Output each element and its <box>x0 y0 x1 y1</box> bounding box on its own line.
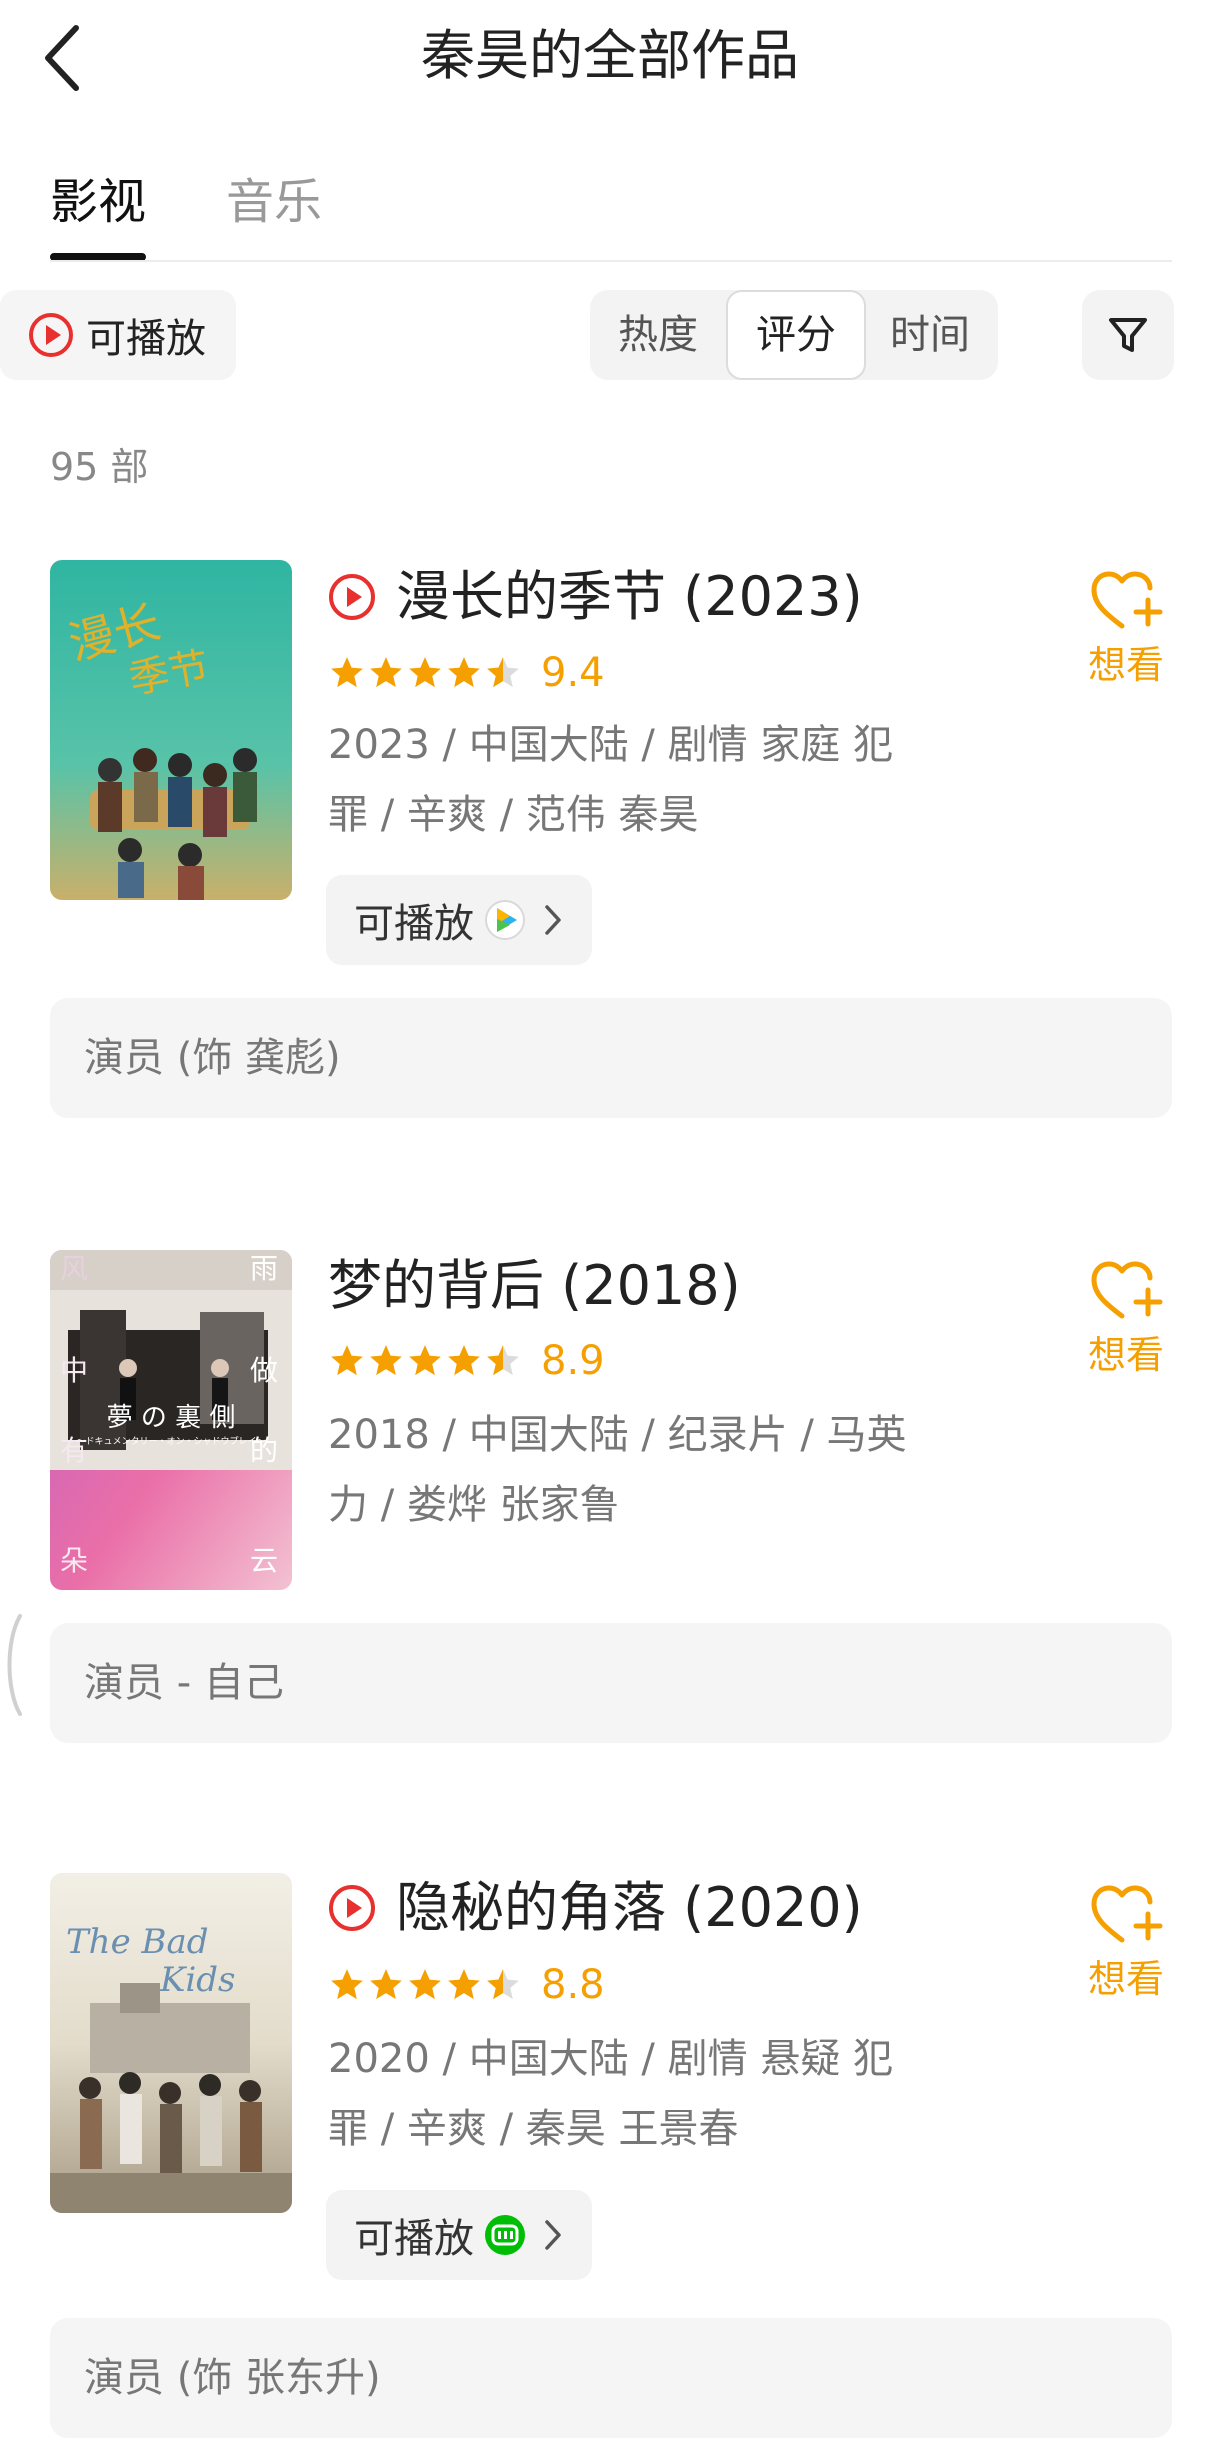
svg-text:Kids: Kids <box>159 1960 236 2000</box>
star-icon <box>331 1345 363 1376</box>
poster-glyph: 做 <box>250 1354 278 1387</box>
want-to-watch-button[interactable]: 想看 <box>1086 1256 1166 1380</box>
star-half-icon <box>487 1345 519 1376</box>
chevron-right-icon <box>545 2220 561 2250</box>
edge-swipe-indicator <box>7 1614 22 1716</box>
poster-glyph: 风 <box>60 1252 88 1285</box>
role-text: 演员 - 自己 <box>84 1660 284 1706</box>
want-to-watch-label: 想看 <box>1087 1957 1164 2001</box>
want-to-watch-button[interactable]: 想看 <box>1086 566 1166 690</box>
role-text: 演员 (饰 龚彪) <box>84 1035 341 1081</box>
play-source-button[interactable]: 可播放 <box>326 875 592 965</box>
poster-glyph: 朵 <box>60 1544 88 1577</box>
play-source-label: 可播放 <box>354 2216 474 2262</box>
poster-image[interactable]: 漫长 季节 <box>50 560 292 900</box>
poster-glyph: 雨 <box>250 1252 278 1285</box>
tab-film-tv[interactable]: 影视 <box>50 170 146 234</box>
role-info-bar: 演员 - 自己 <box>50 1623 1172 1743</box>
heart-plus-icon <box>1091 1261 1163 1319</box>
poster-image[interactable]: 风 中 有 朵 雨 做 的 云 夢 の 裏 側 ～ドキュメンタリー・オン・シャド… <box>50 1250 292 1590</box>
poster-glyph: 中 <box>60 1354 88 1387</box>
play-source-label: 可播放 <box>354 901 474 947</box>
rating-score: 8.8 <box>541 1962 605 2008</box>
item-meta: 2020 / 中国大陆 / 剧情 悬疑 犯 罪 / 辛爽 / 秦昊 王景春 <box>328 2024 928 2164</box>
star-icon <box>331 1969 363 2000</box>
item-title[interactable]: 隐秘的角落 (2020) <box>328 1872 863 1944</box>
chevron-right-icon <box>545 905 561 935</box>
star-icon <box>409 1969 441 2000</box>
tab-divider <box>50 260 1172 262</box>
play-source-button[interactable]: 可播放 <box>326 2190 592 2280</box>
star-icon <box>370 1969 402 2000</box>
want-to-watch-label: 想看 <box>1087 1333 1164 1377</box>
playable-filter-button[interactable]: 可播放 <box>0 290 236 380</box>
star-half-icon <box>487 657 519 688</box>
item-meta-line: 罪 / 辛爽 / 范伟 秦昊 <box>328 792 699 838</box>
sort-option-time[interactable]: 时间 <box>862 290 998 380</box>
want-to-watch-label: 想看 <box>1087 643 1164 687</box>
star-icon <box>448 657 480 688</box>
poster-subtitle: ～ドキュメンタリー・オン・シャドウプレイ～ <box>76 1436 265 1447</box>
play-circle-icon <box>329 574 375 620</box>
item-meta-line: 2023 / 中国大陆 / 剧情 家庭 犯 <box>328 722 894 768</box>
sort-segmented-control: 热度 评分 时间 <box>590 290 998 380</box>
item-meta-line: 罪 / 辛爽 / 秦昊 王景春 <box>328 2106 739 2152</box>
playable-filter-label: 可播放 <box>86 316 206 362</box>
rating-score: 8.9 <box>541 1338 605 1384</box>
tab-music[interactable]: 音乐 <box>226 170 322 234</box>
star-icon <box>370 657 402 688</box>
item-title[interactable]: 梦的背后 (2018) <box>328 1250 741 1322</box>
rating-score: 9.4 <box>541 650 605 696</box>
sort-option-rating[interactable]: 评分 <box>726 290 866 380</box>
star-icon <box>448 1969 480 2000</box>
item-title-text: 隐秘的角落 (2020) <box>396 1876 863 1939</box>
poster-image[interactable]: The Bad Kids <box>50 1873 292 2213</box>
tencent-video-icon <box>485 900 525 940</box>
funnel-icon <box>1109 318 1147 352</box>
item-meta: 2018 / 中国大陆 / 纪录片 / 马英 力 / 娄烨 张家鲁 <box>328 1400 928 1540</box>
item-meta-line: 2018 / 中国大陆 / 纪录片 / 马英 <box>328 1412 907 1458</box>
iqiyi-icon <box>485 2215 525 2255</box>
role-text: 演员 (饰 张东升) <box>84 2355 381 2401</box>
filter-button[interactable] <box>1082 290 1174 380</box>
star-icon <box>409 1345 441 1376</box>
star-icon <box>409 657 441 688</box>
svg-text:The Bad: The Bad <box>66 1922 209 1962</box>
rating-stars: 8.9 <box>328 1338 605 1384</box>
rating-stars: 9.4 <box>328 650 605 696</box>
star-half-icon <box>487 1969 519 2000</box>
want-to-watch-button[interactable]: 想看 <box>1086 1880 1166 2004</box>
page-title: 秦昊的全部作品 <box>421 24 799 87</box>
rating-stars: 8.8 <box>328 1962 605 2008</box>
role-info-bar: 演员 (饰 龚彪) <box>50 998 1172 1118</box>
poster-title: 夢 の 裏 側 <box>107 1403 236 1433</box>
play-circle-icon <box>29 313 73 357</box>
item-title-text: 梦的背后 (2018) <box>328 1254 741 1317</box>
star-icon <box>331 657 363 688</box>
item-meta: 2023 / 中国大陆 / 剧情 家庭 犯 罪 / 辛爽 / 范伟 秦昊 <box>328 710 928 850</box>
play-circle-icon <box>329 1885 375 1931</box>
sort-option-popularity[interactable]: 热度 <box>590 290 726 380</box>
heart-plus-icon <box>1091 571 1163 629</box>
result-count: 95 部 <box>50 445 149 489</box>
poster-glyph: 云 <box>250 1544 278 1577</box>
item-meta-line: 2020 / 中国大陆 / 剧情 悬疑 犯 <box>328 2036 894 2082</box>
star-icon <box>370 1345 402 1376</box>
item-title-text: 漫长的季节 (2023) <box>396 565 863 628</box>
item-meta-line: 力 / 娄烨 张家鲁 <box>328 1482 620 1528</box>
star-icon <box>448 1345 480 1376</box>
role-info-bar: 演员 (饰 张东升) <box>50 2318 1172 2438</box>
heart-plus-icon <box>1091 1885 1163 1943</box>
item-title[interactable]: 漫长的季节 (2023) <box>328 561 863 633</box>
